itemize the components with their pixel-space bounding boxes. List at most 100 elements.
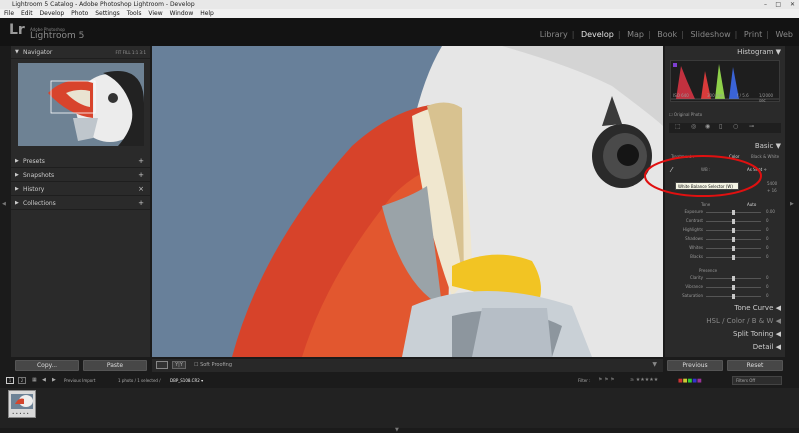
reset-button[interactable]: Reset [727,360,783,371]
split-toning-header[interactable]: Split Toning ◀ [733,330,781,338]
slider-value: 0 [766,254,769,259]
soft-proofing-checkbox[interactable]: ☐ Soft Proofing [194,362,232,368]
slider-knob[interactable] [732,276,735,281]
menu-edit[interactable]: Edit [21,10,33,17]
menu-help[interactable]: Help [200,10,214,17]
collapse-icon: ▼ [15,49,19,55]
loupe-view-icon[interactable] [156,361,168,369]
menu-window[interactable]: Window [170,10,194,17]
tone-slider-highlights[interactable]: Highlights 0 [671,227,781,234]
basic-header[interactable]: Basic ▼ [755,142,781,150]
add-preset-icon[interactable]: + [138,155,144,168]
filmstrip [0,388,799,428]
slider-knob[interactable] [732,285,735,290]
menu-file[interactable]: File [4,10,14,17]
left-panel: ▼ Navigator FIT FILL 1:1 3:1 ▶ Presets +… [11,46,150,357]
before-after-icon[interactable]: Y|Y [172,361,186,369]
tone-slider-whites[interactable]: Whites 0 [671,245,781,252]
menu-settings[interactable]: Settings [95,10,120,17]
slider-value: 0 [766,236,769,241]
module-book[interactable]: Book [657,30,677,39]
menu-view[interactable]: View [148,10,162,17]
menu-tools[interactable]: Tools [127,10,142,17]
slider-knob[interactable] [732,210,735,215]
flag-filters[interactable]: ⚑ ⚑ ⚑ [598,377,615,383]
spot-removal-icon[interactable]: ◎ [691,123,696,130]
thumbnail-rating: • • • • • [12,411,29,416]
photo-canvas[interactable] [152,46,663,357]
close-button[interactable]: ✕ [790,0,795,9]
slider-knob[interactable] [732,237,735,242]
presence-slider-saturation[interactable]: Saturation 0 [671,293,781,300]
tone-slider-exposure[interactable]: Exposure 0.00 [671,209,781,216]
previous-button[interactable]: Previous [667,360,723,371]
histogram-header[interactable]: Histogram ▼ [737,48,781,56]
presence-slider-vibrance[interactable]: Vibrance 0 [671,284,781,291]
module-map[interactable]: Map [627,30,644,39]
graduated-filter-icon[interactable]: ▯ [719,123,722,130]
slider-knob[interactable] [732,255,735,260]
tone-auto-button[interactable]: Auto [747,202,756,207]
histogram-title: Histogram [737,48,774,56]
focal-value: 300 mm [707,93,724,98]
slider-knob[interactable] [732,219,735,224]
navigator-header[interactable]: ▼ Navigator FIT FILL 1:1 3:1 [11,46,150,59]
radial-filter-icon[interactable]: ○ [733,123,738,130]
red-eye-icon[interactable]: ◉ [705,123,710,130]
clear-history-icon[interactable]: × [138,183,144,196]
forward-arrow-icon[interactable]: ▶ [52,377,56,383]
presets-header[interactable]: ▶ Presets + [11,155,150,168]
detail-header[interactable]: Detail ◀ [753,343,781,351]
slider-value: 0 [766,284,769,289]
toolbar-menu-icon[interactable]: ▼ [652,361,657,368]
module-slideshow[interactable]: Slideshow [690,30,730,39]
right-panel-toggle[interactable]: ▶ [788,46,798,357]
soft-proofing-label: Soft Proofing [200,362,233,368]
expand-icon: ▶ [15,172,19,178]
navigator-preview[interactable] [18,63,144,146]
maximize-button[interactable]: □ [775,0,781,9]
module-print[interactable]: Print [744,30,762,39]
grid-icon[interactable]: ▦ [32,377,37,383]
menu-photo[interactable]: Photo [71,10,88,17]
page-1-button[interactable]: 1 [6,377,14,384]
slider-knob[interactable] [732,294,735,299]
module-develop[interactable]: Develop [581,30,614,39]
slider-knob[interactable] [732,246,735,251]
tone-slider-shadows[interactable]: Shadows 0 [671,236,781,243]
snapshots-header[interactable]: ▶ Snapshots + [11,169,150,182]
filename[interactable]: DBP_S108.CR2 ▾ [170,378,203,383]
adjustment-brush-icon[interactable]: ⊸ [749,123,754,130]
tone-slider-blacks[interactable]: Blacks 0 [671,254,781,261]
crop-tool-icon[interactable]: ⬚ [675,123,681,130]
add-snapshot-icon[interactable]: + [138,169,144,182]
add-collection-icon[interactable]: + [138,197,144,210]
navigator-zoom-options[interactable]: FIT FILL 1:1 3:1 [115,46,146,59]
history-header[interactable]: ▶ History × [11,183,150,196]
slider-label: Whites [689,245,703,250]
slider-value: 0 [766,227,769,232]
slider-label: Contrast [685,218,703,223]
filmstrip-toggle-icon[interactable]: ▼ [395,427,399,433]
tone-curve-header[interactable]: Tone Curve ◀ [734,304,781,312]
menu-develop[interactable]: Develop [40,10,65,17]
collections-header[interactable]: ▶ Collections + [11,197,150,210]
star-filter[interactable]: ≥ ★★★★★ [630,377,658,383]
color-label-filter[interactable]: ■■■■■ [678,378,702,384]
back-arrow-icon[interactable]: ◀ [42,377,46,383]
filmstrip-bar: 1 2 ▦ ◀ ▶ Previous Import 1 photo / 1 se… [0,374,799,387]
filmstrip-thumbnail[interactable]: • • • • • [8,390,36,418]
filters-off-dropdown[interactable]: Filters Off [732,376,782,385]
copy-button[interactable]: Copy... [15,360,79,371]
page-2-button[interactable]: 2 [18,377,26,384]
tone-slider-contrast[interactable]: Contrast 0 [671,218,781,225]
paste-button[interactable]: Paste [83,360,147,371]
presence-slider-clarity[interactable]: Clarity 0 [671,275,781,282]
hsl-header[interactable]: HSL / Color / B & W ◀ [706,317,781,325]
module-web[interactable]: Web [776,30,793,39]
left-panel-toggle[interactable]: ◀ [0,46,10,357]
source-label[interactable]: Previous Import [64,378,95,383]
module-library[interactable]: Library [540,30,568,39]
minimize-button[interactable]: – [764,0,767,9]
slider-knob[interactable] [732,228,735,233]
